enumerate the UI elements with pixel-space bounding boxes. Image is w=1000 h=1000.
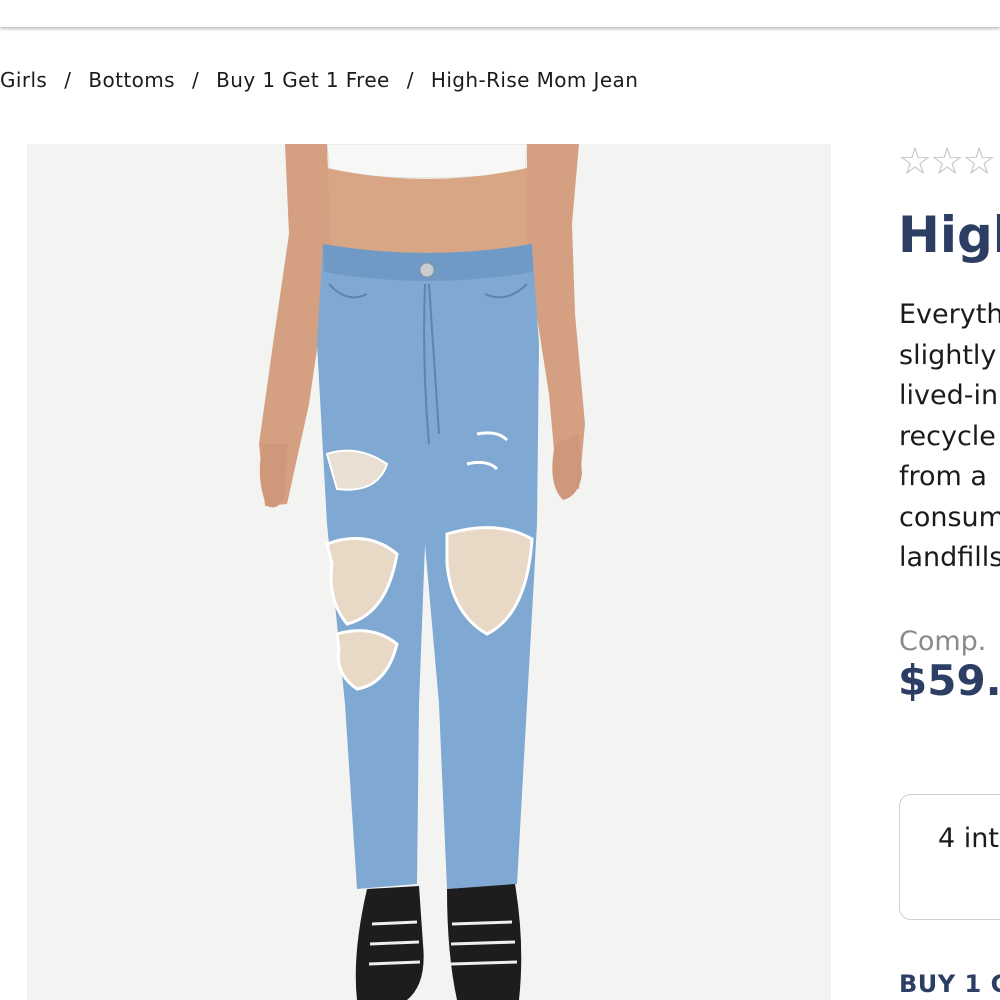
breadcrumb-item-promo[interactable]: Buy 1 Get 1 Free [216, 68, 390, 92]
description-line: from a [899, 461, 987, 492]
description-line: lived-in [899, 380, 999, 411]
breadcrumb: Girls / Bottoms / Buy 1 Get 1 Free / High-Rise… [0, 68, 638, 92]
product-description: Everyth slightly lived-in recycle from a… [899, 295, 1000, 579]
description-line: consum [899, 501, 1000, 533]
product-title: High [898, 206, 1000, 264]
description-line: slightly [899, 339, 997, 371]
breadcrumb-separator: / [64, 68, 72, 92]
breadcrumb-item-current: High-Rise Mom Jean [430, 68, 639, 92]
jeans-illustration [259, 144, 585, 1000]
description-line: Everyth [899, 299, 1000, 330]
product-price: $59. [898, 656, 1000, 705]
breadcrumb-separator: / [406, 68, 414, 92]
breadcrumb-separator: / [192, 68, 200, 92]
compare-price-label: Comp. [899, 626, 987, 657]
installments-text: 4 inte [938, 823, 1000, 854]
breadcrumb-item-bottoms[interactable]: Bottoms [88, 68, 175, 92]
star-outline-icon[interactable]: ☆☆☆ [898, 142, 996, 180]
description-line: landfills [899, 542, 1000, 573]
breadcrumb-item-girls[interactable]: Girls [0, 68, 47, 92]
description-line: recycle [899, 420, 996, 452]
top-header-bar [0, 0, 1000, 27]
product-info-panel: ☆☆☆ High Everyth slightly lived-in recyc… [898, 140, 1000, 1000]
product-image[interactable] [27, 144, 831, 1000]
installments-option[interactable]: 4 inte [899, 794, 1000, 920]
promo-link[interactable]: BUY 1 G [899, 970, 1000, 998]
